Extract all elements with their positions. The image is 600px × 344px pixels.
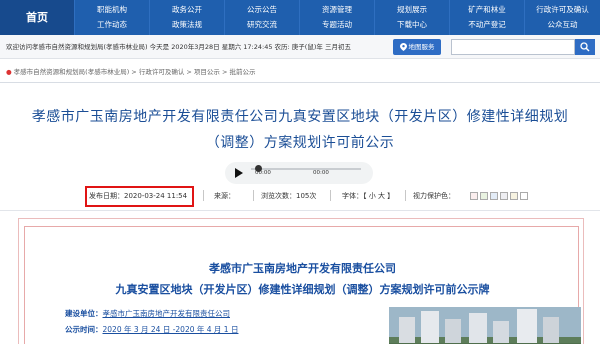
meta-separator (253, 190, 254, 201)
nav-item-bottom[interactable]: 政策法规 (150, 17, 224, 32)
nav-column: 规划展示 下载中心 (374, 0, 449, 35)
meta-divider (0, 210, 600, 211)
board-title-line1: 孝感市广玉南房地产开发有限责任公司 (209, 262, 396, 275)
breadcrumb-divider (0, 82, 600, 83)
color-swatch[interactable] (480, 192, 488, 200)
color-swatch[interactable] (500, 192, 508, 200)
search-button[interactable] (575, 39, 595, 55)
nav-item-top[interactable]: 行政许可及确认 (525, 2, 600, 17)
announcement-frame: 孝感市广玉南房地产开发有限责任公司 九真安置区地块（开发片区）修建性详细规划（调… (24, 226, 581, 344)
nav-column: 公示公告 研究交流 (224, 0, 299, 35)
welcome-text: 欢迎访问孝感市自然资源和规划局(孝感市林业局) 今天是 2020年3月28日 星… (6, 43, 351, 51)
nav-item-bottom[interactable]: 工作动态 (75, 17, 149, 32)
nav-column: 资源管理 专题活动 (299, 0, 374, 35)
announcement-board: 孝感市广玉南房地产开发有限责任公司 九真安置区地块（开发片区）修建性详细规划（调… (18, 218, 584, 344)
color-swatch[interactable] (510, 192, 518, 200)
color-swatch[interactable] (470, 192, 478, 200)
rendering-image (389, 307, 581, 344)
nav-item-top[interactable]: 资源管理 (300, 2, 374, 17)
audio-duration: 00:00 (313, 170, 329, 176)
font-size-control[interactable]: 字体：【 小 大 】 (342, 190, 394, 202)
map-service-label: 地图服务 (408, 43, 435, 51)
location-icon: ● (6, 68, 12, 76)
page-title-line2: （调整）方案规划许可前公示 (205, 135, 395, 151)
board-row-developer: 建设单位：孝感市广玉南房地产开发有限责任公司 (65, 308, 230, 320)
nav-item-bottom[interactable]: 下载中心 (375, 17, 449, 32)
page: 首页 职能机构 工作动态 政务公开 政策法规 公示公告 研究交流 资源管理 专题活动 规划展示下… (0, 0, 600, 344)
map-service-button[interactable]: 地图服务 (393, 39, 441, 55)
audio-player: 00:00 00:00 (225, 162, 373, 184)
meta-separator (330, 190, 331, 201)
board-title-line2: 九真安置区地块（开发片区）修建性详细规划（调整）方案规划许可前公示牌 (115, 283, 490, 296)
breadcrumb: ● 孝感市自然资源和规划局(孝感市林业局) > 行政许可及确认 > 项目公示 > … (6, 66, 255, 78)
nav-column: 政务公开 政策法规 (149, 0, 224, 35)
source: 来源： (214, 192, 235, 200)
article-meta: 发布日期：2020-03-24 11:54 来源： 浏览次数：105次 字体：【… (0, 186, 600, 207)
page-title-line1: 孝感市广玉南房地产开发有限责任公司九真安置区地块（开发片区）修建性详细规划 (31, 109, 569, 125)
highlight-box (85, 186, 194, 207)
nav-item-bottom[interactable]: 专题活动 (300, 17, 374, 32)
play-icon[interactable] (230, 165, 246, 181)
top-nav: 首页 职能机构 工作动态 政务公开 政策法规 公示公告 研究交流 资源管理 专题活动 规划展示下… (0, 0, 600, 35)
period-value: 2020 年 3 月 24 日 -2020 年 4 月 1 日 (102, 325, 239, 334)
color-swatch[interactable] (490, 192, 498, 200)
nav-item-top[interactable]: 职能机构 (75, 2, 149, 17)
board-row-period: 公示时间：2020 年 3 月 24 日 -2020 年 4 月 1 日 (65, 324, 238, 336)
nav-column: 行政许可及确认 公众互动 (524, 0, 600, 35)
nav-column: 矿产和林业 不动产登记 (449, 0, 524, 35)
nav-home-link[interactable]: 首页 (0, 0, 74, 35)
vision-protect-label: 视力保护色： (413, 192, 455, 200)
color-swatch[interactable] (520, 192, 528, 200)
view-count: 浏览次数：105次 (261, 192, 317, 200)
nav-item-bottom[interactable]: 不动产登记 (450, 17, 524, 32)
map-pin-icon (399, 43, 407, 51)
meta-separator (405, 190, 406, 201)
period-label: 公示时间： (65, 325, 103, 334)
nav-item-top[interactable]: 矿产和林业 (450, 2, 524, 17)
nav-item-bottom[interactable]: 研究交流 (225, 17, 299, 32)
meta-separator (203, 190, 204, 201)
search-input[interactable] (451, 39, 575, 55)
nav-item-bottom[interactable]: 公众互动 (525, 17, 600, 32)
nav-item-top[interactable]: 公示公告 (225, 2, 299, 17)
nav-item-top[interactable]: 规划展示 (375, 2, 449, 17)
nav-item-top[interactable]: 政务公开 (150, 2, 224, 17)
building-rendering (389, 307, 581, 344)
developer-label: 建设单位： (65, 309, 103, 318)
nav-column: 职能机构 工作动态 (74, 0, 149, 35)
developer-value: 孝感市广玉南房地产开发有限责任公司 (102, 309, 231, 318)
search-icon (580, 42, 590, 52)
welcome-bar: 欢迎访问孝感市自然资源和规划局(孝感市林业局) 今天是 2020年3月28日 星… (0, 35, 600, 59)
breadcrumb-text[interactable]: 孝感市自然资源和规划局(孝感市林业局) > 行政许可及确认 > 项目公示 > 批… (14, 68, 256, 76)
audio-current-time: 00:00 (255, 170, 271, 176)
